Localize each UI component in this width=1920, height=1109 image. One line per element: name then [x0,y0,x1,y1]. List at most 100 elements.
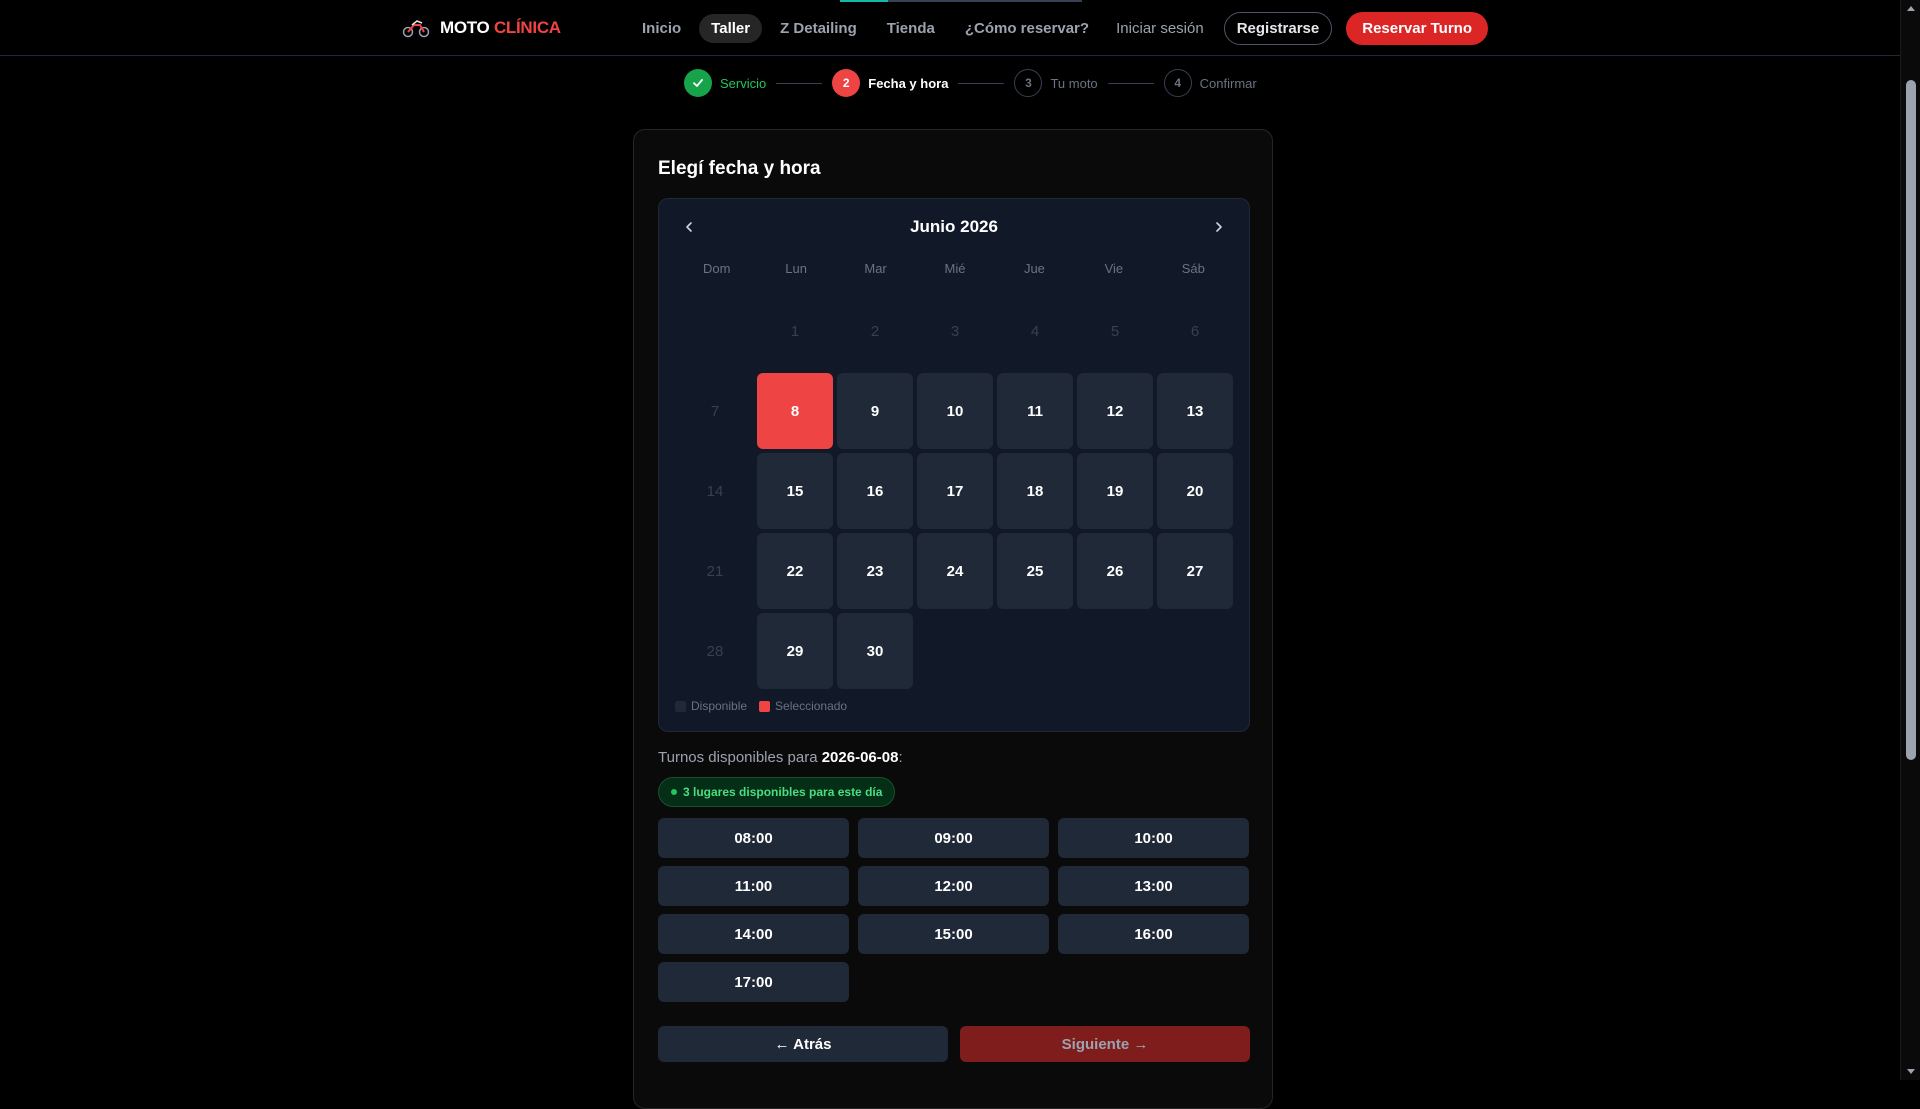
calendar-day[interactable]: 29 [757,613,833,689]
step-servicio[interactable]: Servicio [684,69,766,97]
step-number: 2 [832,69,861,97]
weekday-label: Mié [944,261,966,276]
status-dot-icon [671,789,677,795]
calendar-day: 6 [1190,322,1200,340]
calendar-day[interactable]: 19 [1077,453,1153,529]
calendar-day[interactable]: 26 [1077,533,1153,609]
calendar-day-selected[interactable]: 8 [757,373,833,449]
nav-link-como-reservar[interactable]: ¿Cómo reservar? [953,14,1101,43]
step-confirmar[interactable]: 4 Confirmar [1163,69,1257,97]
register-button[interactable]: Registrarse [1223,11,1333,45]
calendar-day: 4 [1030,322,1040,340]
nav-link-tienda[interactable]: Tienda [875,14,947,43]
calendar-day[interactable]: 15 [757,453,833,529]
nav-link-z-detailing[interactable]: Z Detailing [768,14,869,43]
calendar-day[interactable]: 9 [837,373,913,449]
step-connector [1107,82,1154,84]
back-button[interactable]: ← Atrás [658,1026,948,1062]
brand-logo-link[interactable]: MOTO CLÍNICA [402,14,561,42]
top-navbar: MOTO CLÍNICA Inicio Taller Z Detailing T… [0,0,1900,56]
booking-card: Elegí fecha y hora Junio 2026 Dom Lun Ma… [633,129,1273,1109]
next-button[interactable]: Siguiente → [960,1026,1250,1062]
login-link[interactable]: Iniciar sesión [1116,20,1204,37]
time-slot-button[interactable]: 15:00 [858,914,1049,954]
page-progress-track [888,0,1082,2]
nav-links: Inicio Taller Z Detailing Tienda ¿Cómo r… [630,13,1101,43]
chevron-right-icon [1216,222,1222,232]
chevron-left-icon [686,222,692,232]
step-tu-moto[interactable]: 3 Tu moto [1014,69,1098,97]
card-title: Elegí fecha y hora [658,158,821,179]
weekday-label: Lun [785,261,807,276]
step-fecha-hora[interactable]: 2 Fecha y hora [832,69,948,97]
calendar-day[interactable]: 18 [997,453,1073,529]
calendar-day[interactable]: 27 [1157,533,1233,609]
brand-name-part1: MOTO [440,18,490,37]
calendar-day[interactable]: 17 [917,453,993,529]
brand-name: MOTO CLÍNICA [440,18,561,38]
step-label: Confirmar [1199,75,1257,91]
legend-available-label: Disponible [691,699,748,713]
nav-link-taller[interactable]: Taller [699,13,763,43]
motorcycle-logo-icon [402,20,430,38]
calendar-day: 1 [790,322,800,340]
date-calendar: Junio 2026 Dom Lun Mar Mié Jue Vie Sáb 1… [658,198,1250,732]
calendar-day[interactable]: 13 [1157,373,1233,449]
calendar-day-grid: 1 2 3 4 5 6 7 8 9 10 11 12 13 14 15 16 17 18 19 20 21 22 23 24 2… [677,293,1233,689]
calendar-day[interactable]: 11 [997,373,1073,449]
legend-available: Disponible [675,699,747,713]
step-label: Tu moto [1050,75,1098,91]
calendar-day: 21 [706,562,724,580]
brand-name-part2: CLÍNICA [493,18,561,37]
nav-link-inicio[interactable]: Inicio [630,14,693,43]
time-slot-button[interactable]: 13:00 [1058,866,1249,906]
calendar-day: 7 [710,402,720,420]
time-slot-grid: 08:00 09:00 10:00 11:00 12:00 13:00 14:00 15:00… [658,818,1250,1002]
time-slot-button[interactable]: 12:00 [858,866,1049,906]
time-slot-button[interactable]: 09:00 [858,818,1049,858]
calendar-day[interactable]: 20 [1157,453,1233,529]
legend-selected: Seleccionado [759,699,847,713]
step-label: Fecha y hora [868,75,949,91]
time-slot-button[interactable]: 17:00 [658,962,849,1002]
calendar-day[interactable]: 24 [917,533,993,609]
time-slots-caption: Turnos disponibles para 2026-06-08: [658,749,903,766]
weekday-label: Dom [702,261,731,276]
calendar-day[interactable]: 10 [917,373,993,449]
time-slot-button[interactable]: 10:00 [1058,818,1249,858]
step-number: 4 [1163,69,1192,97]
scroll-up-arrow-icon[interactable] [1905,2,1917,14]
calendar-day[interactable]: 16 [837,453,913,529]
booking-stepper: Servicio 2 Fecha y hora 3 Tu moto 4 Conf… [684,69,1257,97]
calendar-day-empty [677,293,753,369]
step-connector [958,82,1005,84]
time-slot-button[interactable]: 08:00 [658,818,849,858]
calendar-day: 14 [706,482,724,500]
calendar-day: 3 [950,322,960,340]
weekday-label: Mar [864,261,887,276]
calendar-day[interactable]: 30 [837,613,913,689]
legend-selected-label: Seleccionado [775,699,848,713]
slots-caption-prefix: Turnos disponibles para [658,749,818,766]
weekday-label: Jue [1023,261,1045,276]
next-month-button[interactable] [1207,215,1231,239]
calendar-day[interactable]: 22 [757,533,833,609]
book-appointment-button[interactable]: Reservar Turno [1346,11,1488,45]
legend-swatch-available [675,700,686,712]
calendar-day[interactable]: 23 [837,533,913,609]
time-slot-button[interactable]: 14:00 [658,914,849,954]
calendar-day[interactable]: 25 [997,533,1073,609]
step-navigation: ← Atrás Siguiente → [658,1026,1250,1062]
prev-month-button[interactable] [677,215,701,239]
page-scrollbar[interactable] [1900,0,1920,1080]
time-slot-button[interactable]: 11:00 [658,866,849,906]
slots-caption-suffix: : [898,749,903,766]
step-number: 3 [1014,69,1043,97]
scrollbar-thumb[interactable] [1906,80,1916,760]
check-icon [684,69,712,97]
time-slot-button[interactable]: 16:00 [1058,914,1249,954]
calendar-legend: Disponible Seleccionado [675,699,847,713]
scroll-down-arrow-icon[interactable] [1905,1066,1917,1078]
calendar-day[interactable]: 12 [1077,373,1153,449]
weekday-label: Sáb [1181,261,1205,276]
